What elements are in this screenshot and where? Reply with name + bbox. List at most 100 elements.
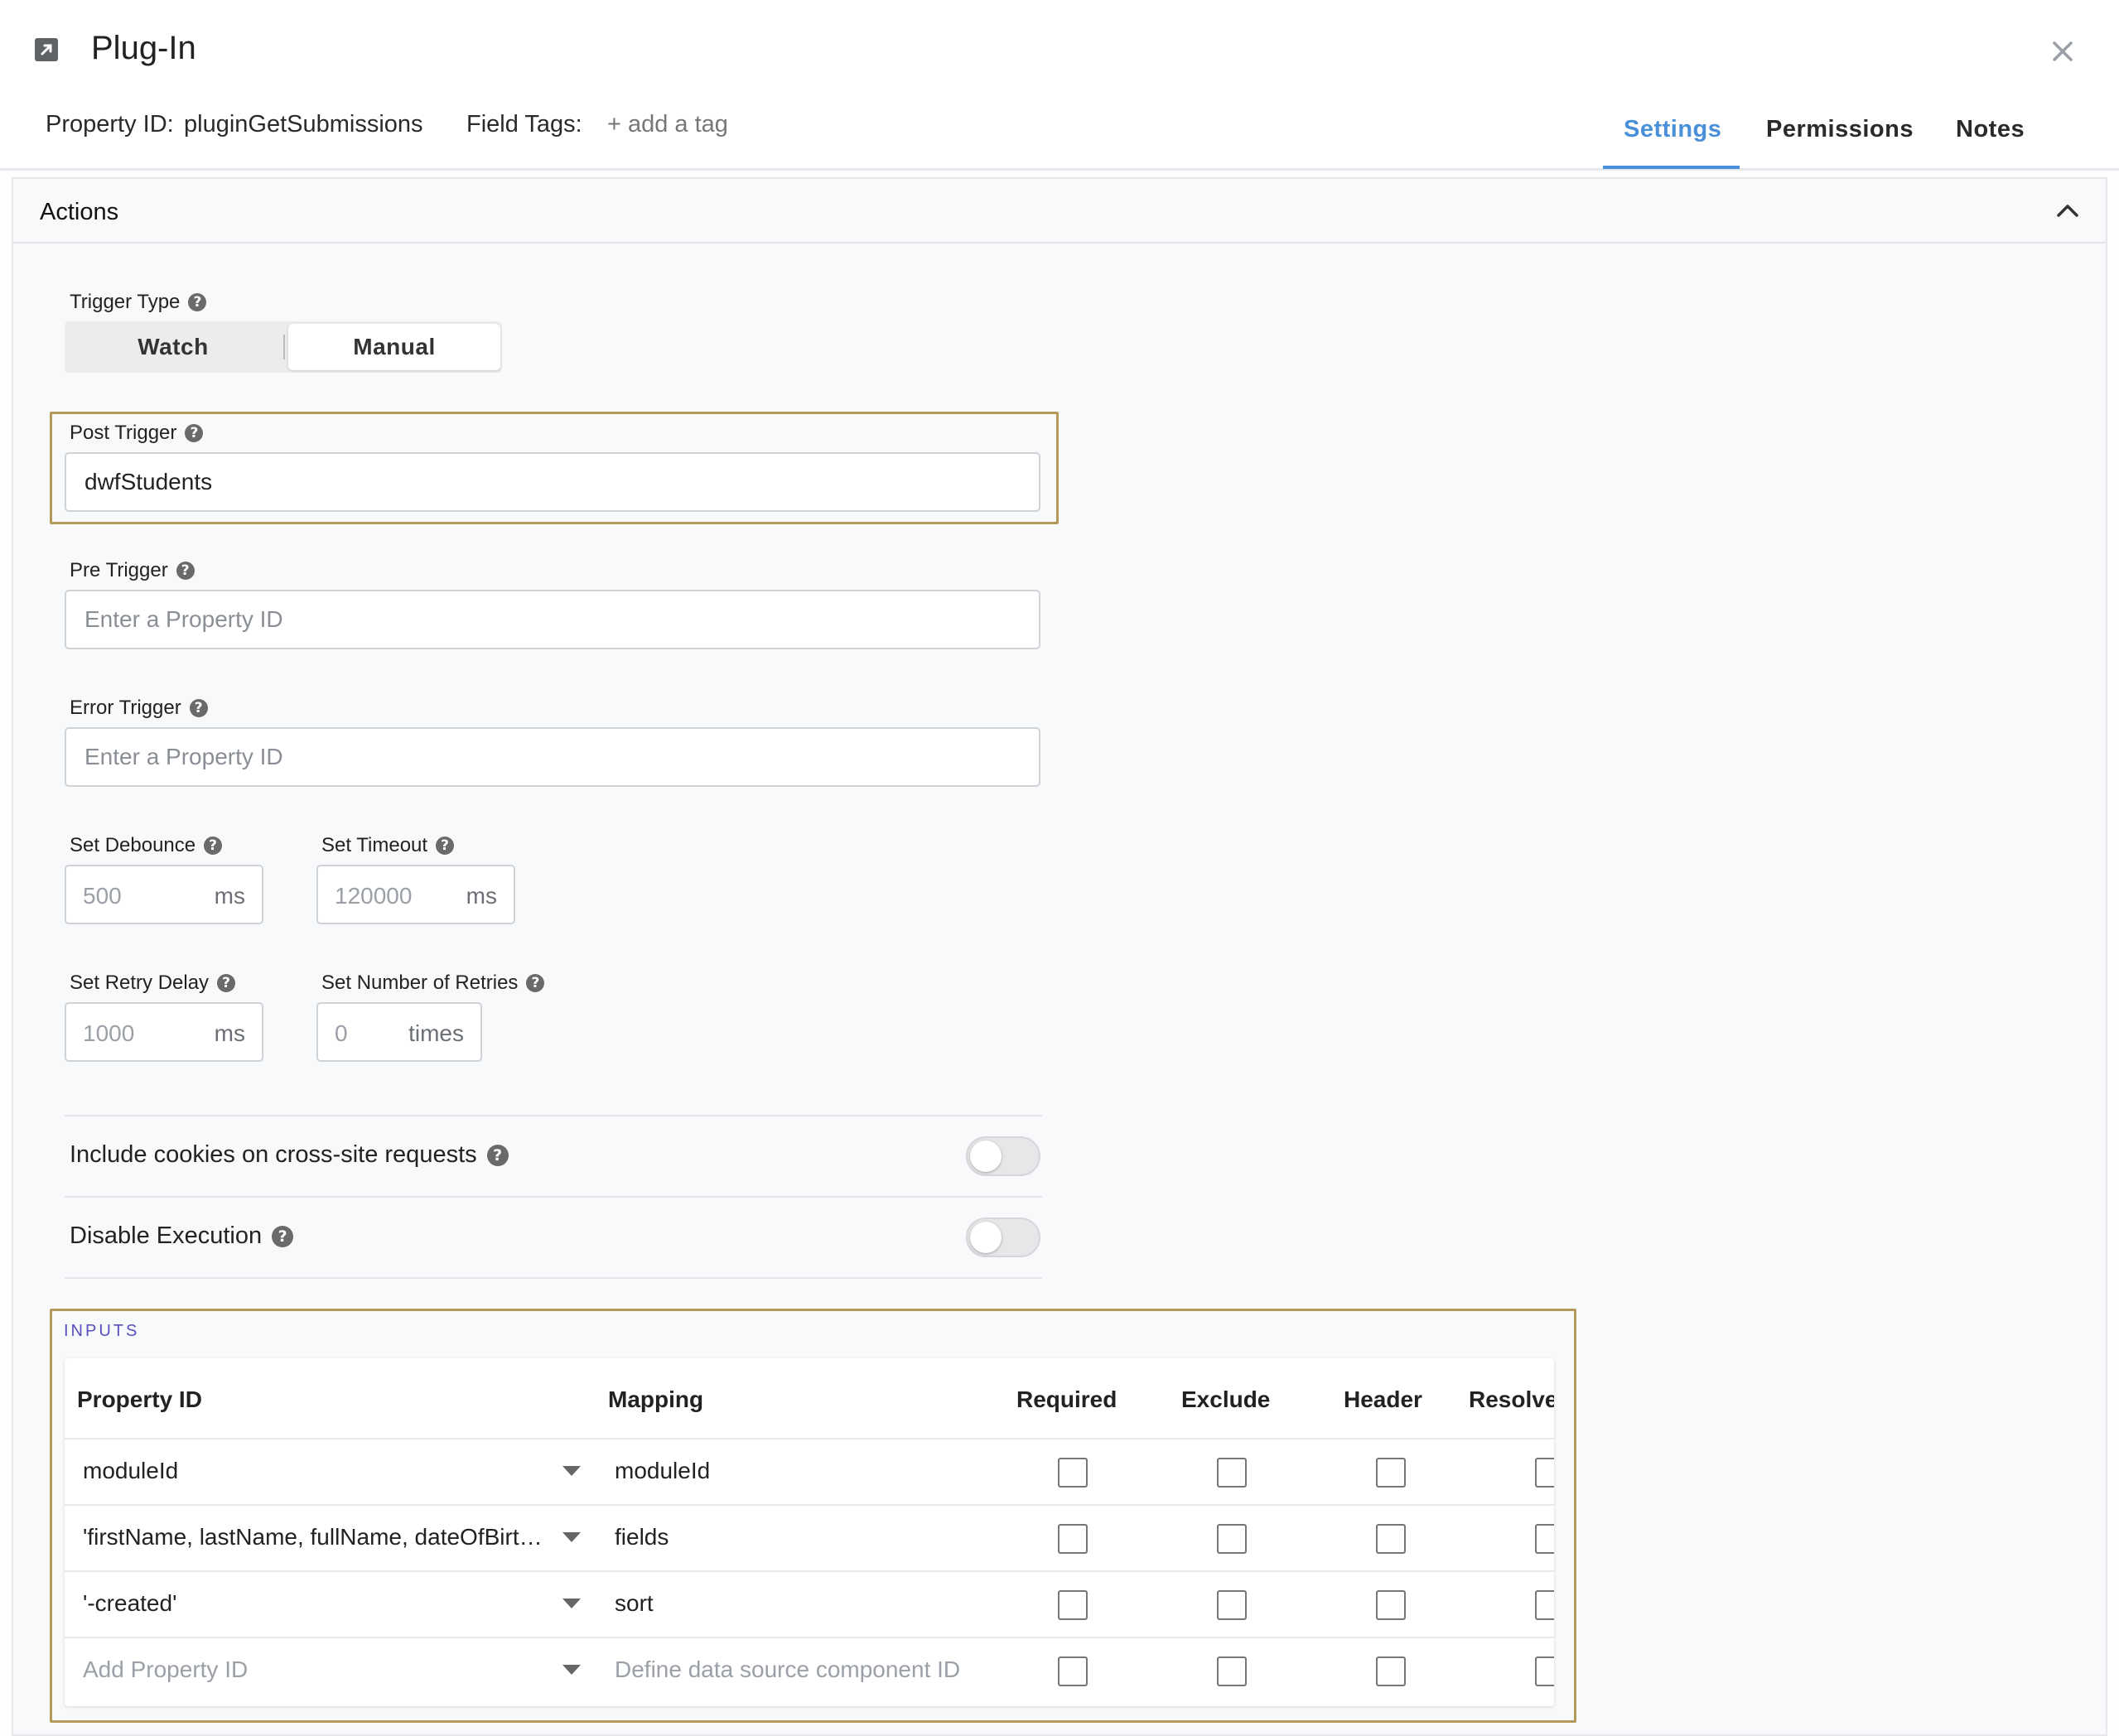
pre-trigger-input[interactable] <box>65 590 1040 649</box>
chevron-down-icon[interactable] <box>562 1466 581 1476</box>
resolve-checkbox[interactable] <box>1535 1656 1554 1686</box>
row-property-id[interactable]: moduleId <box>83 1458 178 1484</box>
timeout-label-text: Set Timeout <box>321 834 428 856</box>
header-checkbox[interactable] <box>1376 1524 1406 1554</box>
exclude-checkbox[interactable] <box>1217 1524 1247 1554</box>
post-trigger-label-text: Post Trigger <box>70 422 177 444</box>
column-header-header: Header <box>1344 1386 1422 1412</box>
resolve-checkbox[interactable] <box>1535 1590 1554 1620</box>
help-icon[interactable]: ? <box>217 974 236 992</box>
retries-label: Set Number of Retries ? <box>321 972 545 995</box>
row-property-id[interactable]: 'firstName, lastName, fullName, dateOfBi… <box>83 1524 543 1550</box>
pre-trigger-label: Pre Trigger ? <box>70 559 195 582</box>
help-icon[interactable]: ? <box>204 837 223 855</box>
toggle-knob <box>970 1140 1002 1172</box>
external-link-icon <box>35 38 58 61</box>
trigger-type-toggle: Watch Manual <box>65 321 502 373</box>
inputs-table: Property ID Mapping Required Exclude Hea… <box>65 1358 1554 1706</box>
exclude-checkbox[interactable] <box>1217 1590 1247 1620</box>
error-trigger-label: Error Trigger ? <box>70 697 208 720</box>
trigger-manual-button[interactable]: Manual <box>288 324 500 370</box>
post-trigger-label: Post Trigger ? <box>70 422 204 445</box>
table-row: 'firstName, lastName, fullName, dateOfBi… <box>65 1504 1554 1570</box>
retry-delay-unit: ms <box>214 1020 245 1046</box>
divider <box>65 1277 1042 1279</box>
disable-execution-label-text: Disable Execution <box>70 1222 263 1249</box>
retries-value: 0 <box>335 1020 348 1046</box>
toggle-knob <box>970 1222 1002 1253</box>
error-trigger-input[interactable] <box>65 727 1040 787</box>
chevron-up-icon[interactable] <box>2054 199 2081 222</box>
divider <box>65 1115 1042 1116</box>
header-checkbox[interactable] <box>1376 1656 1406 1686</box>
resolve-checkbox[interactable] <box>1535 1458 1554 1488</box>
inputs-section-title: INPUTS <box>64 1322 140 1340</box>
header-checkbox[interactable] <box>1376 1590 1406 1620</box>
help-icon[interactable]: ? <box>189 699 208 717</box>
help-icon[interactable]: ? <box>526 974 545 992</box>
header-checkbox[interactable] <box>1376 1458 1406 1488</box>
row-mapping[interactable]: fields <box>615 1524 669 1550</box>
property-id-value: pluginGetSubmissions <box>184 111 423 137</box>
tab-notes[interactable]: Notes <box>1956 116 2025 143</box>
define-mapping-input[interactable]: Define data source component ID <box>615 1656 960 1683</box>
property-id-label: Property ID: <box>46 111 174 137</box>
row-property-id[interactable]: '-created' <box>83 1590 176 1617</box>
close-icon[interactable] <box>2046 35 2079 68</box>
modal-title: Plug-In <box>91 30 196 66</box>
tab-permissions[interactable]: Permissions <box>1766 116 1914 143</box>
debounce-input[interactable]: 500 ms <box>65 865 263 924</box>
table-row: moduleId moduleId <box>65 1438 1554 1504</box>
actions-panel-header[interactable]: Actions <box>13 179 2106 244</box>
chevron-down-icon[interactable] <box>562 1599 581 1608</box>
trigger-watch-button[interactable]: Watch <box>65 321 282 373</box>
disable-execution-toggle[interactable] <box>966 1218 1040 1257</box>
required-checkbox[interactable] <box>1058 1524 1088 1554</box>
help-icon[interactable]: ? <box>436 837 455 855</box>
error-trigger-label-text: Error Trigger <box>70 697 181 719</box>
help-icon[interactable]: ? <box>272 1225 294 1247</box>
timeout-value: 120000 <box>335 883 413 909</box>
table-row-new: Add Property ID Define data source compo… <box>65 1637 1554 1703</box>
exclude-checkbox[interactable] <box>1217 1656 1247 1686</box>
chevron-down-icon[interactable] <box>562 1665 581 1675</box>
retries-input[interactable]: 0 times <box>316 1002 482 1062</box>
retry-delay-label-text: Set Retry Delay <box>70 972 210 994</box>
active-tab-indicator <box>1603 166 1740 169</box>
segment-divider <box>283 335 285 359</box>
help-icon[interactable]: ? <box>176 562 195 580</box>
chevron-down-icon[interactable] <box>562 1532 581 1542</box>
help-icon[interactable]: ? <box>486 1144 509 1166</box>
modal-header: Plug-In Property ID: pluginGetSubmission… <box>0 0 2119 171</box>
required-checkbox[interactable] <box>1058 1590 1088 1620</box>
required-checkbox[interactable] <box>1058 1656 1088 1686</box>
debounce-label-text: Set Debounce <box>70 834 196 856</box>
retry-delay-label: Set Retry Delay ? <box>70 972 236 995</box>
required-checkbox[interactable] <box>1058 1458 1088 1488</box>
help-icon[interactable]: ? <box>185 424 204 442</box>
retry-delay-input[interactable]: 1000 ms <box>65 1002 263 1062</box>
post-trigger-input[interactable] <box>65 452 1040 512</box>
timeout-label: Set Timeout ? <box>321 834 455 857</box>
retries-label-text: Set Number of Retries <box>321 972 519 994</box>
column-header-exclude: Exclude <box>1181 1386 1271 1412</box>
table-row: '-created' sort <box>65 1570 1554 1637</box>
timeout-input[interactable]: 120000 ms <box>316 865 515 924</box>
resolve-checkbox[interactable] <box>1535 1524 1554 1554</box>
debounce-label: Set Debounce ? <box>70 834 223 857</box>
cookies-toggle[interactable] <box>966 1136 1040 1176</box>
help-icon[interactable]: ? <box>188 293 207 311</box>
debounce-value: 500 <box>83 883 122 909</box>
pre-trigger-label-text: Pre Trigger <box>70 559 168 581</box>
row-mapping[interactable]: moduleId <box>615 1458 710 1484</box>
actions-title: Actions <box>40 199 119 225</box>
add-property-id-input[interactable]: Add Property ID <box>83 1656 248 1683</box>
tab-settings[interactable]: Settings <box>1624 116 1721 143</box>
exclude-checkbox[interactable] <box>1217 1458 1247 1488</box>
disable-execution-label: Disable Execution ? <box>70 1222 294 1250</box>
cookies-label-text: Include cookies on cross-site requests <box>70 1141 477 1168</box>
column-header-mapping: Mapping <box>608 1386 704 1412</box>
add-tag-button[interactable]: + add a tag <box>607 111 728 138</box>
row-mapping[interactable]: sort <box>615 1590 654 1617</box>
trigger-type-label: Trigger Type ? <box>70 291 207 314</box>
